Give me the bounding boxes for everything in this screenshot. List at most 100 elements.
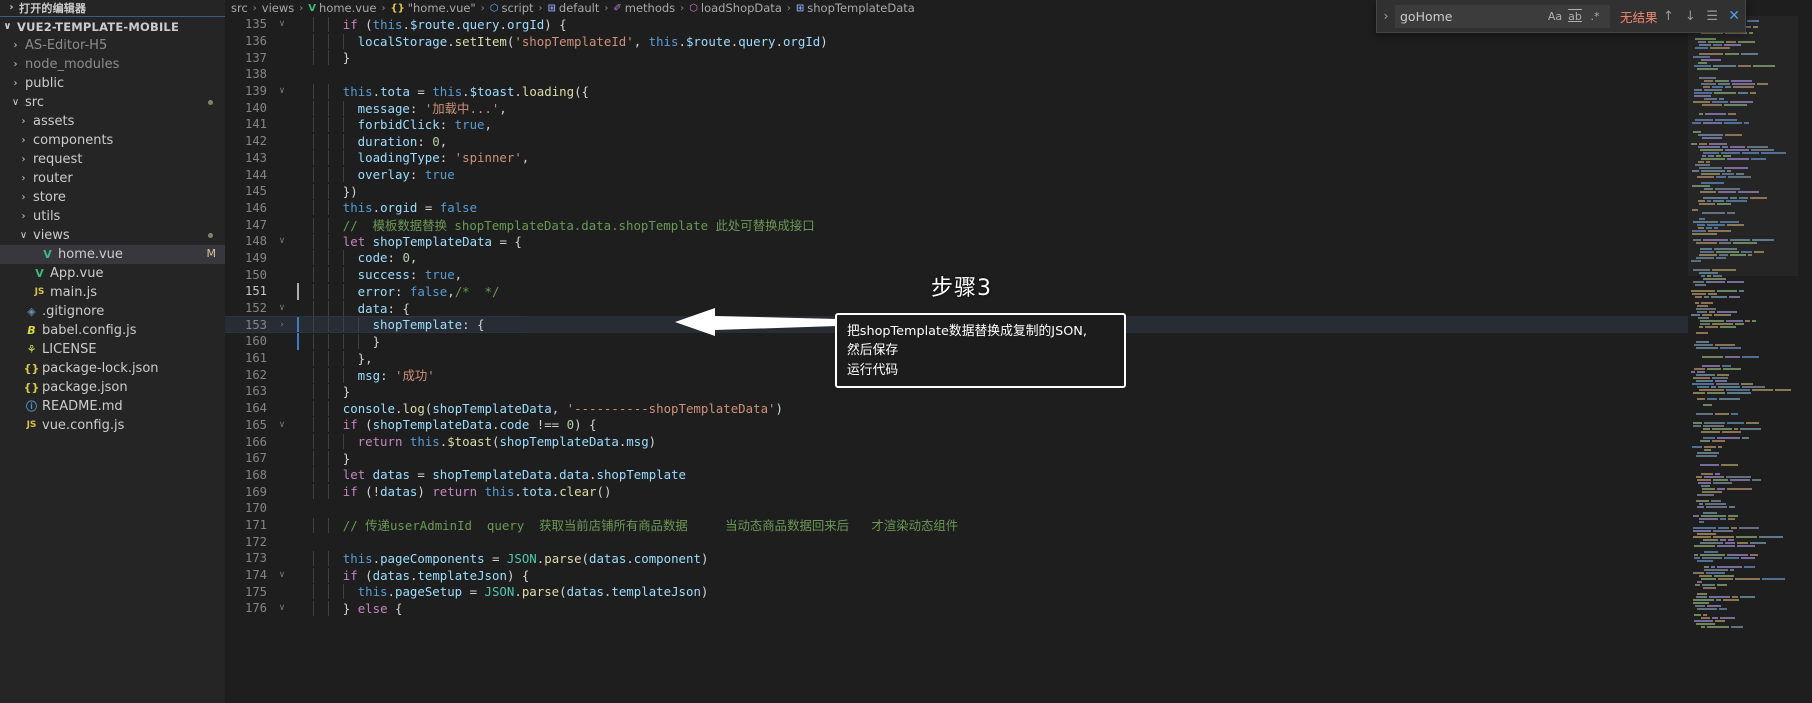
breadcrumb-item[interactable]: ⬡ script — [490, 1, 534, 15]
code-line[interactable]: 168 let datas = shopTemplateData.data.sh… — [225, 467, 1812, 484]
regex-icon[interactable]: .* — [1585, 7, 1605, 25]
sidebar-item-gitignore[interactable]: ◈ .gitignore — [0, 302, 225, 321]
breadcrumb-item[interactable]: {} "home.vue" — [390, 1, 475, 15]
fold-expanded-icon[interactable]: ∨ — [273, 236, 291, 246]
line-number: 141 — [244, 117, 267, 132]
code-line[interactable]: 169 if (!datas) return this.tota.clear() — [225, 483, 1812, 500]
breadcrumb-item[interactable]: ⊞ default — [548, 1, 600, 15]
find-in-selection-button[interactable]: ☰ — [1701, 5, 1723, 27]
code-line[interactable]: 146 this.orgid = false — [225, 200, 1812, 217]
sidebar-item-label: LICENSE — [42, 342, 97, 357]
explorer-root-folder[interactable]: ∨ VUE2-TEMPLATE-MOBILE — [0, 17, 225, 36]
toggle-replace-icon[interactable]: › — [1377, 9, 1395, 23]
code-line[interactable]: 173 this.pageComponents = JSON.parse(dat… — [225, 550, 1812, 567]
code-line[interactable]: 144 overlay: true — [225, 166, 1812, 183]
fold-collapsed-icon[interactable]: › — [273, 320, 291, 330]
find-previous-button[interactable]: ↑ — [1658, 5, 1680, 27]
sidebar-item-label: AS-Editor-H5 — [25, 38, 108, 53]
open-editors-section[interactable]: › 打开的编辑器 — [0, 0, 225, 16]
sidebar-item-views[interactable]: ∨ views — [0, 226, 225, 245]
code-line[interactable]: 167 } — [225, 450, 1812, 467]
sidebar-item-public[interactable]: › public — [0, 74, 225, 93]
fold-expanded-icon[interactable]: ∨ — [273, 303, 291, 313]
code-line-text: msg: '成功' — [313, 366, 435, 384]
breadcrumb-symbol-icon: ⊞ — [795, 2, 805, 14]
code-line[interactable]: 147 // 模板数据替换 shopTemplateData.data.shop… — [225, 216, 1812, 233]
breadcrumb-item[interactable]: src — [231, 1, 248, 15]
code-line[interactable]: 166 return this.$toast(shopTemplateData.… — [225, 433, 1812, 450]
code-line[interactable]: 171 // 传递userAdminId query 获取当前店铺所有商品数据 … — [225, 517, 1812, 534]
breadcrumb-item[interactable]: views — [262, 1, 294, 15]
code-line[interactable]: 170 — [225, 500, 1812, 517]
code-line[interactable]: 151 error: false,/* */ — [225, 283, 1812, 300]
sidebar-item-src[interactable]: ∨ src — [0, 93, 225, 112]
sidebar-item-store[interactable]: › store — [0, 188, 225, 207]
code-line[interactable]: 137 } — [225, 49, 1812, 66]
code-line[interactable]: 164 console.log(shopTemplateData, '-----… — [225, 400, 1812, 417]
code-line-text: } — [313, 450, 350, 466]
fold-expanded-icon[interactable]: ∨ — [273, 570, 291, 580]
minimap[interactable] — [1688, 16, 1798, 703]
sidebar-item-package-lock-json[interactable]: {} package-lock.json — [0, 359, 225, 378]
editor-scrollbar[interactable] — [1798, 16, 1812, 703]
code-line[interactable]: 172 — [225, 533, 1812, 550]
code-line[interactable]: 145 }) — [225, 183, 1812, 200]
line-number: 151 — [244, 284, 267, 299]
breadcrumb-item-label: "home.vue" — [407, 1, 476, 15]
whole-word-icon[interactable]: ab — [1565, 7, 1585, 25]
sidebar-item-node-modules[interactable]: › node_modules — [0, 55, 225, 74]
code-line[interactable]: 136 localStorage.setItem('shopTemplateId… — [225, 33, 1812, 50]
sidebar-item-license[interactable]: ⚘ LICENSE — [0, 340, 225, 359]
sidebar-item-components[interactable]: › components — [0, 131, 225, 150]
breadcrumb-item[interactable]: ⊞ shopTemplateData — [796, 1, 915, 15]
code-line[interactable]: 149 code: 0, — [225, 250, 1812, 267]
match-case-icon[interactable]: Aa — [1545, 7, 1565, 25]
sidebar-item-assets[interactable]: › assets — [0, 112, 225, 131]
sidebar-item-babel-config-js[interactable]: Bbabel.config.js — [0, 321, 225, 340]
find-next-button[interactable]: ↓ — [1679, 5, 1701, 27]
close-icon[interactable]: ✕ — [1723, 5, 1745, 27]
chevron-right-icon: › — [13, 39, 18, 51]
fold-expanded-icon[interactable]: ∨ — [273, 420, 291, 430]
find-input[interactable]: goHome Aa ab .* — [1395, 4, 1610, 28]
breadcrumb-item[interactable]: Vhome.vue — [308, 1, 376, 15]
breadcrumb-item[interactable]: ⬡ loadShopData — [689, 1, 782, 15]
code-line-text: let shopTemplateData = { — [313, 233, 522, 249]
code-line[interactable]: 138 — [225, 66, 1812, 83]
fold-expanded-icon[interactable]: ∨ — [273, 603, 291, 613]
git-status-badge: M — [206, 247, 217, 260]
code-line-text: // 模板数据替换 shopTemplateData.data.shopTemp… — [313, 216, 815, 234]
code-line[interactable]: 174 ∨ if (datas.templateJson) { — [225, 567, 1812, 584]
code-line[interactable]: 148 ∨ let shopTemplateData = { — [225, 233, 1812, 250]
code-line[interactable]: 175 this.pageSetup = JSON.parse(datas.te… — [225, 583, 1812, 600]
breadcrumb-symbol-icon: V — [308, 2, 317, 14]
chevron-right-icon: › — [21, 210, 26, 222]
fold-expanded-icon[interactable]: ∨ — [273, 19, 291, 29]
code-line[interactable]: 141 forbidClick: true, — [225, 116, 1812, 133]
sidebar-item-vue-config-js[interactable]: JS vue.config.js — [0, 416, 225, 435]
line-number: 162 — [244, 367, 267, 382]
sidebar-item-utils[interactable]: › utils — [0, 207, 225, 226]
sidebar-item-home-vue[interactable]: Vhome.vue M — [0, 245, 225, 264]
sidebar-item-package-json[interactable]: {} package.json — [0, 378, 225, 397]
fold-expanded-icon[interactable]: ∨ — [273, 86, 291, 96]
sidebar-item-readme-md[interactable]: ⓘ README.md — [0, 397, 225, 416]
find-widget[interactable]: › goHome Aa ab .* 无结果 ↑ ↓ ☰ ✕ — [1376, 0, 1746, 33]
breadcrumb-item[interactable]: ✐ methods — [613, 1, 675, 15]
file-type-icon: JS — [34, 287, 45, 297]
sidebar-item-main-js[interactable]: JS main.js — [0, 283, 225, 302]
sidebar-item-router[interactable]: › router — [0, 169, 225, 188]
code-line[interactable]: 140 message: '加载中...', — [225, 99, 1812, 116]
code-line[interactable]: 150 success: true, — [225, 266, 1812, 283]
sidebar-item-request[interactable]: › request — [0, 150, 225, 169]
code-line[interactable]: 142 duration: 0, — [225, 133, 1812, 150]
code-line[interactable]: 176 ∨ } else { — [225, 600, 1812, 617]
code-line[interactable]: 143 loadingType: 'spinner', — [225, 150, 1812, 167]
line-number: 144 — [244, 167, 267, 182]
file-type-icon: B — [27, 324, 36, 337]
sidebar-item-app-vue[interactable]: V App.vue — [0, 264, 225, 283]
code-line[interactable]: 139 ∨ this.tota = this.$toast.loading({ — [225, 83, 1812, 100]
sidebar-item-as-editor-h5[interactable]: › AS-Editor-H5 — [0, 36, 225, 55]
code-line[interactable]: 165 ∨ if (shopTemplateData.code !== 0) { — [225, 417, 1812, 434]
line-number: 176 — [244, 601, 267, 616]
